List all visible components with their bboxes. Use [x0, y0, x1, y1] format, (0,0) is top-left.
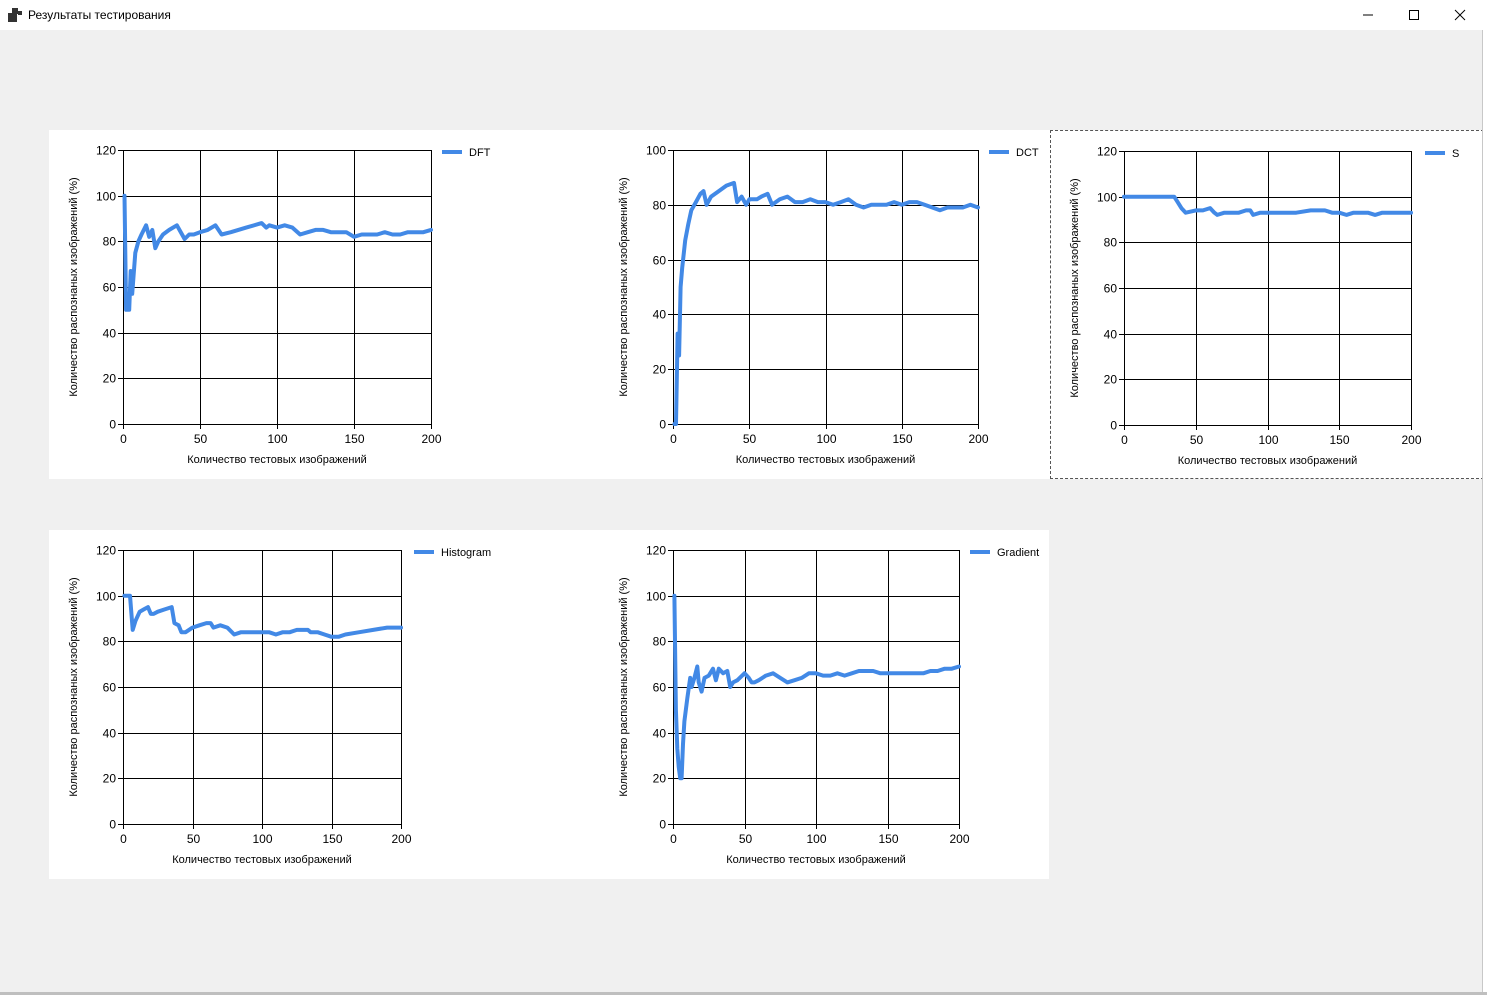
x-tick-label: 0 [1121, 433, 1128, 447]
chart-panel-third: 0 20 40 60 80 100 120 0 50 100 150 200 Количество те… [1050, 130, 1484, 479]
x-axis-label: Количество тестовых изображений [172, 854, 352, 866]
y-tick-label: 80 [653, 635, 667, 649]
close-button[interactable] [1437, 0, 1483, 30]
x-tick-label: 200 [391, 832, 411, 846]
y-tick-label: 100 [96, 590, 116, 604]
y-tick-label: 100 [1097, 191, 1117, 205]
maximize-button[interactable] [1391, 0, 1437, 30]
x-tick-label: 200 [1401, 433, 1421, 447]
minimize-icon [1363, 14, 1373, 16]
legend-label: S [1452, 148, 1459, 160]
x-tick-label: 50 [187, 832, 201, 846]
y-tick-label: 100 [646, 590, 666, 604]
chart-svg: 0 20 40 60 80 100 120 0 50 100 150 200 Количество те… [68, 144, 491, 467]
app-icon [8, 8, 22, 22]
x-tick-label: 100 [1258, 433, 1278, 447]
x-axis-label: Количество тестовых изображений [736, 454, 916, 466]
y-tick-label: 0 [109, 418, 116, 432]
y-tick-label: 120 [646, 544, 666, 558]
chart-svg: 0 20 40 60 80 100 120 0 50 100 150 200 Количество те… [618, 544, 1039, 867]
legend-label: Gradient [997, 547, 1039, 559]
chart-gradient: 0 20 40 60 80 100 120 0 50 100 150 200 Количество те… [549, 530, 1049, 879]
y-tick-label: 120 [1097, 145, 1117, 159]
y-tick-label: 0 [659, 418, 666, 432]
chart-svg: 0 20 40 60 80 100 120 0 50 100 150 200 Количество те… [68, 544, 491, 867]
y-axis-label: Количество распознаных изображений (%) [618, 177, 630, 396]
x-tick-label: 100 [816, 432, 836, 446]
y-tick-label: 20 [103, 772, 117, 786]
maximize-icon [1409, 10, 1419, 20]
chart-svg: 0 20 40 60 80 100 120 0 50 100 150 200 Количество те… [1069, 145, 1459, 468]
chart-panel-top: 0 20 40 60 80 100 120 0 50 100 150 200 Количество те… [49, 130, 1050, 479]
x-tick-label: 50 [743, 432, 757, 446]
window-title: Результаты тестирования [28, 8, 171, 22]
y-tick-label: 40 [653, 727, 667, 741]
chart-dft: 0 20 40 60 80 100 120 0 50 100 150 200 Количество те… [49, 130, 549, 479]
y-tick-label: 60 [103, 681, 117, 695]
y-tick-label: 20 [653, 772, 667, 786]
y-tick-label: 60 [653, 254, 667, 268]
x-tick-label: 50 [194, 432, 208, 446]
chart-svg: 0 20 40 60 80 100 0 50 100 150 200 Количество тесто… [618, 144, 1039, 467]
x-tick-label: 0 [670, 432, 677, 446]
legend-label: DCT [1016, 147, 1039, 159]
title-bar: Результаты тестирования [0, 0, 1483, 30]
y-tick-label: 60 [653, 681, 667, 695]
x-axis-label: Количество тестовых изображений [1178, 455, 1358, 467]
y-axis-label: Количество распознаных изображений (%) [1069, 178, 1081, 397]
y-tick-label: 60 [103, 281, 117, 295]
y-tick-label: 80 [103, 635, 117, 649]
x-tick-label: 0 [120, 832, 127, 846]
chart-histogram: 0 20 40 60 80 100 120 0 50 100 150 200 Количество те… [49, 530, 549, 879]
y-tick-label: 100 [96, 190, 116, 204]
x-tick-label: 0 [670, 832, 677, 846]
chart-panel-bottom: 0 20 40 60 80 100 120 0 50 100 150 200 Количество те… [49, 530, 1049, 879]
x-tick-label: 100 [252, 832, 272, 846]
y-tick-label: 0 [659, 818, 666, 832]
minimize-button[interactable] [1345, 0, 1391, 30]
window-edge [1483, 0, 1487, 995]
y-tick-label: 0 [109, 818, 116, 832]
y-tick-label: 120 [96, 144, 116, 158]
y-tick-label: 40 [653, 308, 667, 322]
y-tick-label: 40 [103, 327, 117, 341]
x-tick-label: 100 [806, 832, 826, 846]
series-line [1122, 194, 1413, 217]
x-tick-label: 200 [421, 432, 441, 446]
y-tick-label: 80 [103, 235, 117, 249]
y-tick-label: 40 [103, 727, 117, 741]
close-icon [1454, 9, 1466, 21]
y-axis-label: Количество распознаных изображений (%) [618, 577, 630, 796]
y-tick-label: 20 [103, 372, 117, 386]
x-tick-label: 200 [949, 832, 969, 846]
x-tick-label: 150 [878, 832, 898, 846]
legend-label: Histogram [441, 547, 491, 559]
y-tick-label: 80 [1104, 236, 1118, 250]
y-tick-label: 20 [653, 363, 667, 377]
y-tick-label: 60 [1104, 282, 1118, 296]
y-axis-label: Количество распознаных изображений (%) [68, 577, 80, 796]
y-tick-label: 20 [1104, 373, 1118, 387]
y-tick-label: 80 [653, 199, 667, 213]
x-tick-label: 150 [892, 432, 912, 446]
chart-dct: 0 20 40 60 80 100 0 50 100 150 200 Количество тесто… [549, 130, 1050, 479]
y-axis-label: Количество распознаных изображений (%) [68, 177, 80, 396]
x-tick-label: 150 [1329, 433, 1349, 447]
x-tick-label: 100 [267, 432, 287, 446]
legend-label: DFT [469, 147, 491, 159]
x-tick-label: 50 [739, 832, 753, 846]
chart-third: 0 20 40 60 80 100 120 0 50 100 150 200 Количество те… [1051, 131, 1483, 478]
x-tick-label: 200 [968, 432, 988, 446]
x-tick-label: 150 [322, 832, 342, 846]
y-tick-label: 120 [96, 544, 116, 558]
x-axis-label: Количество тестовых изображений [187, 454, 367, 466]
y-tick-label: 100 [646, 144, 666, 158]
x-axis-label: Количество тестовых изображений [726, 854, 906, 866]
x-tick-label: 0 [120, 432, 127, 446]
x-tick-label: 50 [1190, 433, 1204, 447]
y-tick-label: 0 [1110, 419, 1117, 433]
y-tick-label: 40 [1104, 328, 1118, 342]
x-tick-label: 150 [344, 432, 364, 446]
